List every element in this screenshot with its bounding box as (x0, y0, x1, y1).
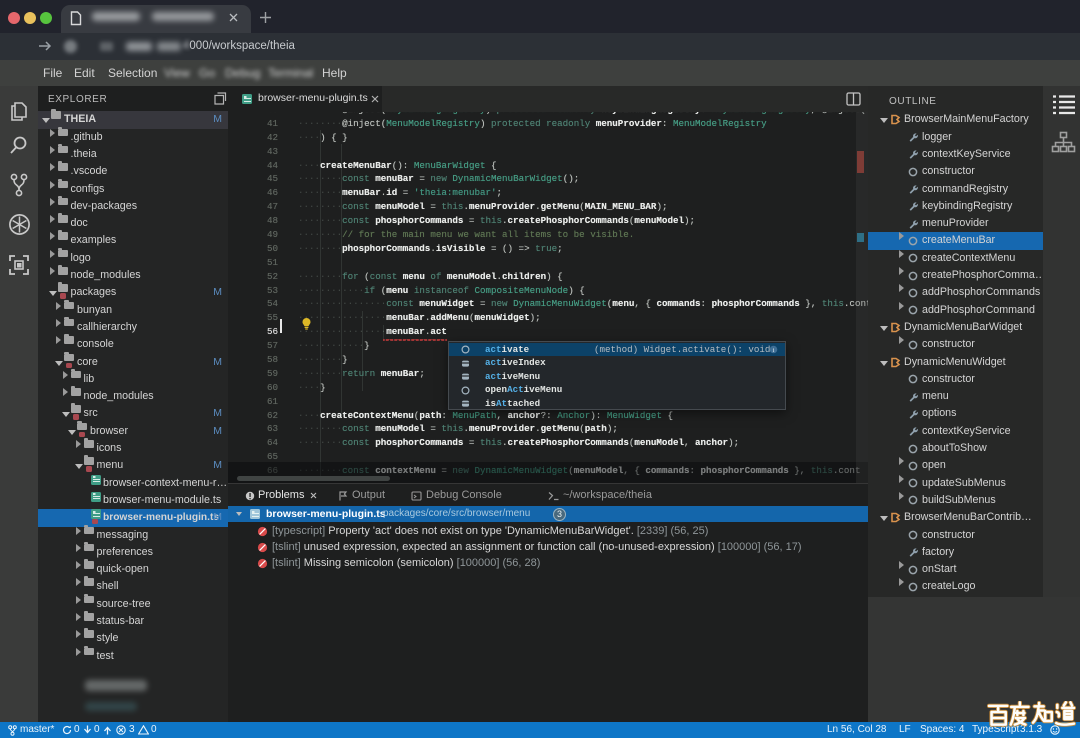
svg-text:i: i (773, 347, 775, 354)
